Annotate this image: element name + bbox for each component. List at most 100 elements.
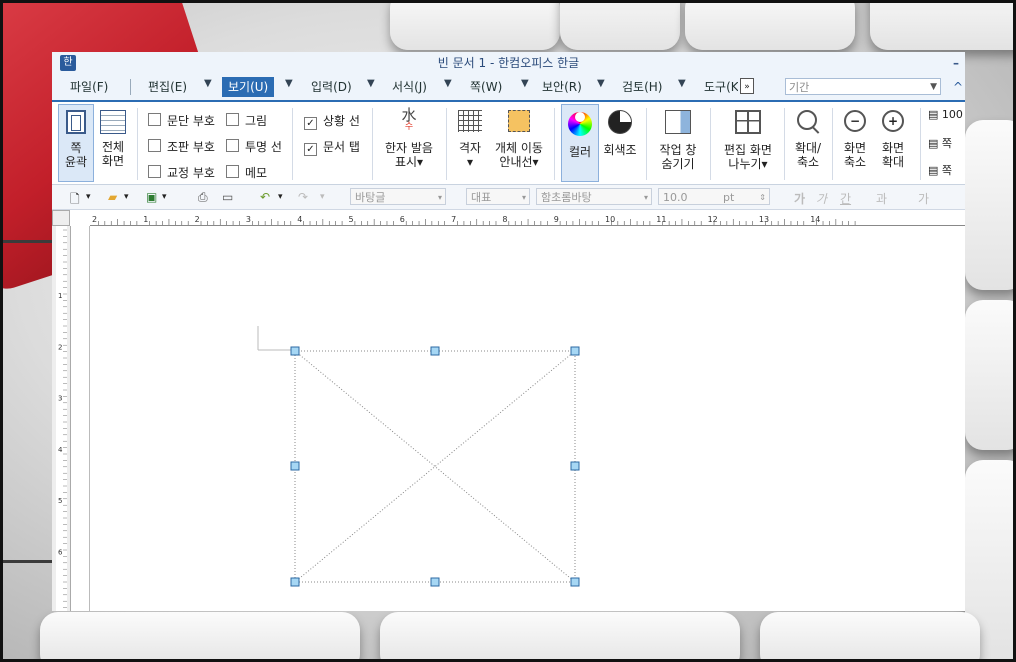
page-width-item[interactable]: ▤ 쪽	[928, 135, 952, 151]
ribbon-separator	[137, 108, 138, 180]
zoom-out-button[interactable]: − 화면 축소	[836, 104, 874, 180]
horizontal-ruler[interactable]: 2 1 2 3 4 5 6 7 8 9 10 11 12 13 14	[90, 213, 965, 226]
ruler-ticks: 1 2 3 4 5 6	[58, 229, 67, 608]
status-line-checkbox[interactable]: ✓ 상황 선	[304, 112, 360, 130]
document-canvas[interactable]	[89, 226, 965, 611]
checkmark-icon: ✓	[304, 143, 317, 156]
menu-separator	[130, 79, 131, 95]
minimize-button[interactable]: –	[949, 52, 963, 74]
resize-handle[interactable]	[570, 461, 580, 471]
menu-page-dropdown-icon[interactable]: ▼	[521, 78, 529, 89]
grid-button[interactable]: 격자 ▾	[450, 104, 490, 180]
color-mode-label: 컬러	[568, 145, 592, 159]
grid-label: 격자 ▾	[458, 141, 482, 169]
undo-icon[interactable]: ↶	[260, 190, 270, 204]
ruler-corner-button[interactable]	[52, 210, 70, 226]
color-wheel-icon	[568, 112, 592, 136]
zoom-in-button[interactable]: + 화면 확대	[874, 104, 912, 180]
menu-security-dropdown-icon[interactable]: ▼	[597, 78, 605, 89]
resize-handle[interactable]	[570, 346, 580, 356]
dropdown-icon[interactable]: ▾	[86, 192, 91, 202]
search-dropdown-icon[interactable]: ▼	[930, 79, 937, 96]
color-mode-button[interactable]: 컬러	[561, 104, 599, 182]
representative-value: 대표	[471, 191, 492, 204]
resize-handle[interactable]	[570, 577, 580, 587]
menu-edit-dropdown-icon[interactable]: ▼	[204, 78, 212, 89]
open-folder-icon[interactable]: ▰	[108, 190, 117, 204]
font-select[interactable]: 함초롬바탕 ▾	[536, 188, 652, 205]
vertical-ruler[interactable]: 1 2 3 4 5 6	[52, 226, 71, 611]
style-select[interactable]: 바탕글 ▾	[350, 188, 446, 205]
ribbon-separator	[646, 108, 647, 180]
ruler-label: 2	[92, 215, 97, 224]
menu-format[interactable]: 서식(J)	[392, 77, 427, 97]
representative-select[interactable]: 대표 ▾	[466, 188, 530, 205]
print-icon[interactable]: ⎙	[198, 190, 208, 205]
ruler-label: 2	[195, 215, 200, 224]
ruler-label: 11	[656, 215, 666, 224]
page-icon: ▤	[928, 137, 939, 150]
resize-handle[interactable]	[290, 577, 300, 587]
font-size-input[interactable]: 10.0 pt ⇕	[658, 188, 770, 205]
menu-overflow-button[interactable]: »	[740, 78, 754, 94]
menu-view[interactable]: 보기(U)	[222, 77, 275, 97]
zoom-button[interactable]: 확대/ 축소	[788, 104, 828, 180]
menu-tools[interactable]: 도구(K)	[704, 77, 738, 97]
key	[965, 120, 1016, 290]
split-view-button[interactable]: 편집 화면 나누기▾	[714, 104, 782, 180]
object-guide-button[interactable]: 개체 이동 안내선▾	[490, 104, 548, 180]
italic-button[interactable]: 가	[816, 190, 827, 207]
resize-handle[interactable]	[430, 577, 440, 587]
menu-page[interactable]: 쪽(W)	[470, 77, 502, 97]
ruler-label: 5	[349, 215, 354, 224]
resize-handle[interactable]	[430, 346, 440, 356]
transparent-line-checkbox[interactable]: 투명 선	[226, 138, 282, 155]
search-input[interactable]: 기간 ▼	[785, 78, 941, 95]
font-size-value: 10.0	[663, 191, 688, 204]
grayscale-button[interactable]: 회색조	[600, 104, 640, 180]
menu-format-dropdown-icon[interactable]: ▼	[444, 78, 452, 89]
ribbon-collapse-icon[interactable]: ^	[953, 80, 965, 94]
zoom-out-label: 화면 축소	[843, 141, 867, 169]
placeholder-frame[interactable]	[90, 226, 965, 611]
resize-handle[interactable]	[290, 461, 300, 471]
full-page-item[interactable]: ▤ 쪽	[928, 162, 952, 178]
dropdown-icon[interactable]: ▾	[162, 192, 167, 202]
para-mark-checkbox[interactable]: 문단 부호	[148, 112, 215, 129]
menu-security[interactable]: 보안(R)	[542, 77, 582, 97]
menu-file[interactable]: 파일(F)	[70, 77, 108, 97]
new-document-icon[interactable]: 🗋	[70, 190, 80, 211]
doc-tab-checkbox[interactable]: ✓ 문서 탭	[304, 138, 360, 156]
task-window-icon	[665, 110, 691, 134]
menu-insert[interactable]: 입력(D)	[311, 77, 352, 97]
key	[390, 0, 560, 50]
ruler-label: 1	[143, 215, 148, 224]
layout-mark-checkbox[interactable]: 조판 부호	[148, 138, 215, 155]
hanja-sub-icon: 수	[404, 122, 414, 132]
preview-icon[interactable]: ▭	[222, 190, 233, 204]
resize-handle[interactable]	[290, 346, 300, 356]
menu-review-dropdown-icon[interactable]: ▼	[678, 78, 686, 89]
strike-button[interactable]: 과	[876, 190, 887, 207]
full-screen-button[interactable]: 전체 화면	[96, 104, 130, 180]
zoom-100-item[interactable]: ▤ 100	[928, 108, 963, 121]
title-bar: 한 빈 문서 1 - 한컴오피스 한글 –	[52, 52, 965, 74]
menu-view-dropdown-icon[interactable]: ▼	[285, 78, 293, 89]
menu-review[interactable]: 검토(H)	[622, 77, 662, 97]
text-color-button[interactable]: 가	[918, 190, 929, 207]
dropdown-icon[interactable]: ▾	[278, 192, 283, 202]
task-window-button[interactable]: 작업 창 숨기기	[650, 104, 706, 180]
bold-button[interactable]: 가	[794, 190, 805, 207]
page-outline-button[interactable]: 쪽 윤곽	[58, 104, 94, 182]
menu-insert-dropdown-icon[interactable]: ▼	[367, 78, 375, 89]
ruler-label: 6	[400, 215, 405, 224]
dropdown-icon[interactable]: ▾	[124, 192, 129, 202]
proof-mark-checkbox[interactable]: 교정 부호	[148, 164, 215, 181]
memo-checkbox[interactable]: 메모	[226, 164, 267, 181]
menu-edit[interactable]: 편집(E)	[148, 77, 187, 97]
save-icon[interactable]: ▣	[146, 190, 157, 204]
hanja-pronunciation-button[interactable]: 水 수 한자 발음 표시▾	[378, 104, 440, 180]
checkmark-icon: ✓	[304, 117, 317, 130]
picture-checkbox[interactable]: 그림	[226, 112, 267, 129]
underline-button[interactable]: 간	[840, 190, 851, 207]
